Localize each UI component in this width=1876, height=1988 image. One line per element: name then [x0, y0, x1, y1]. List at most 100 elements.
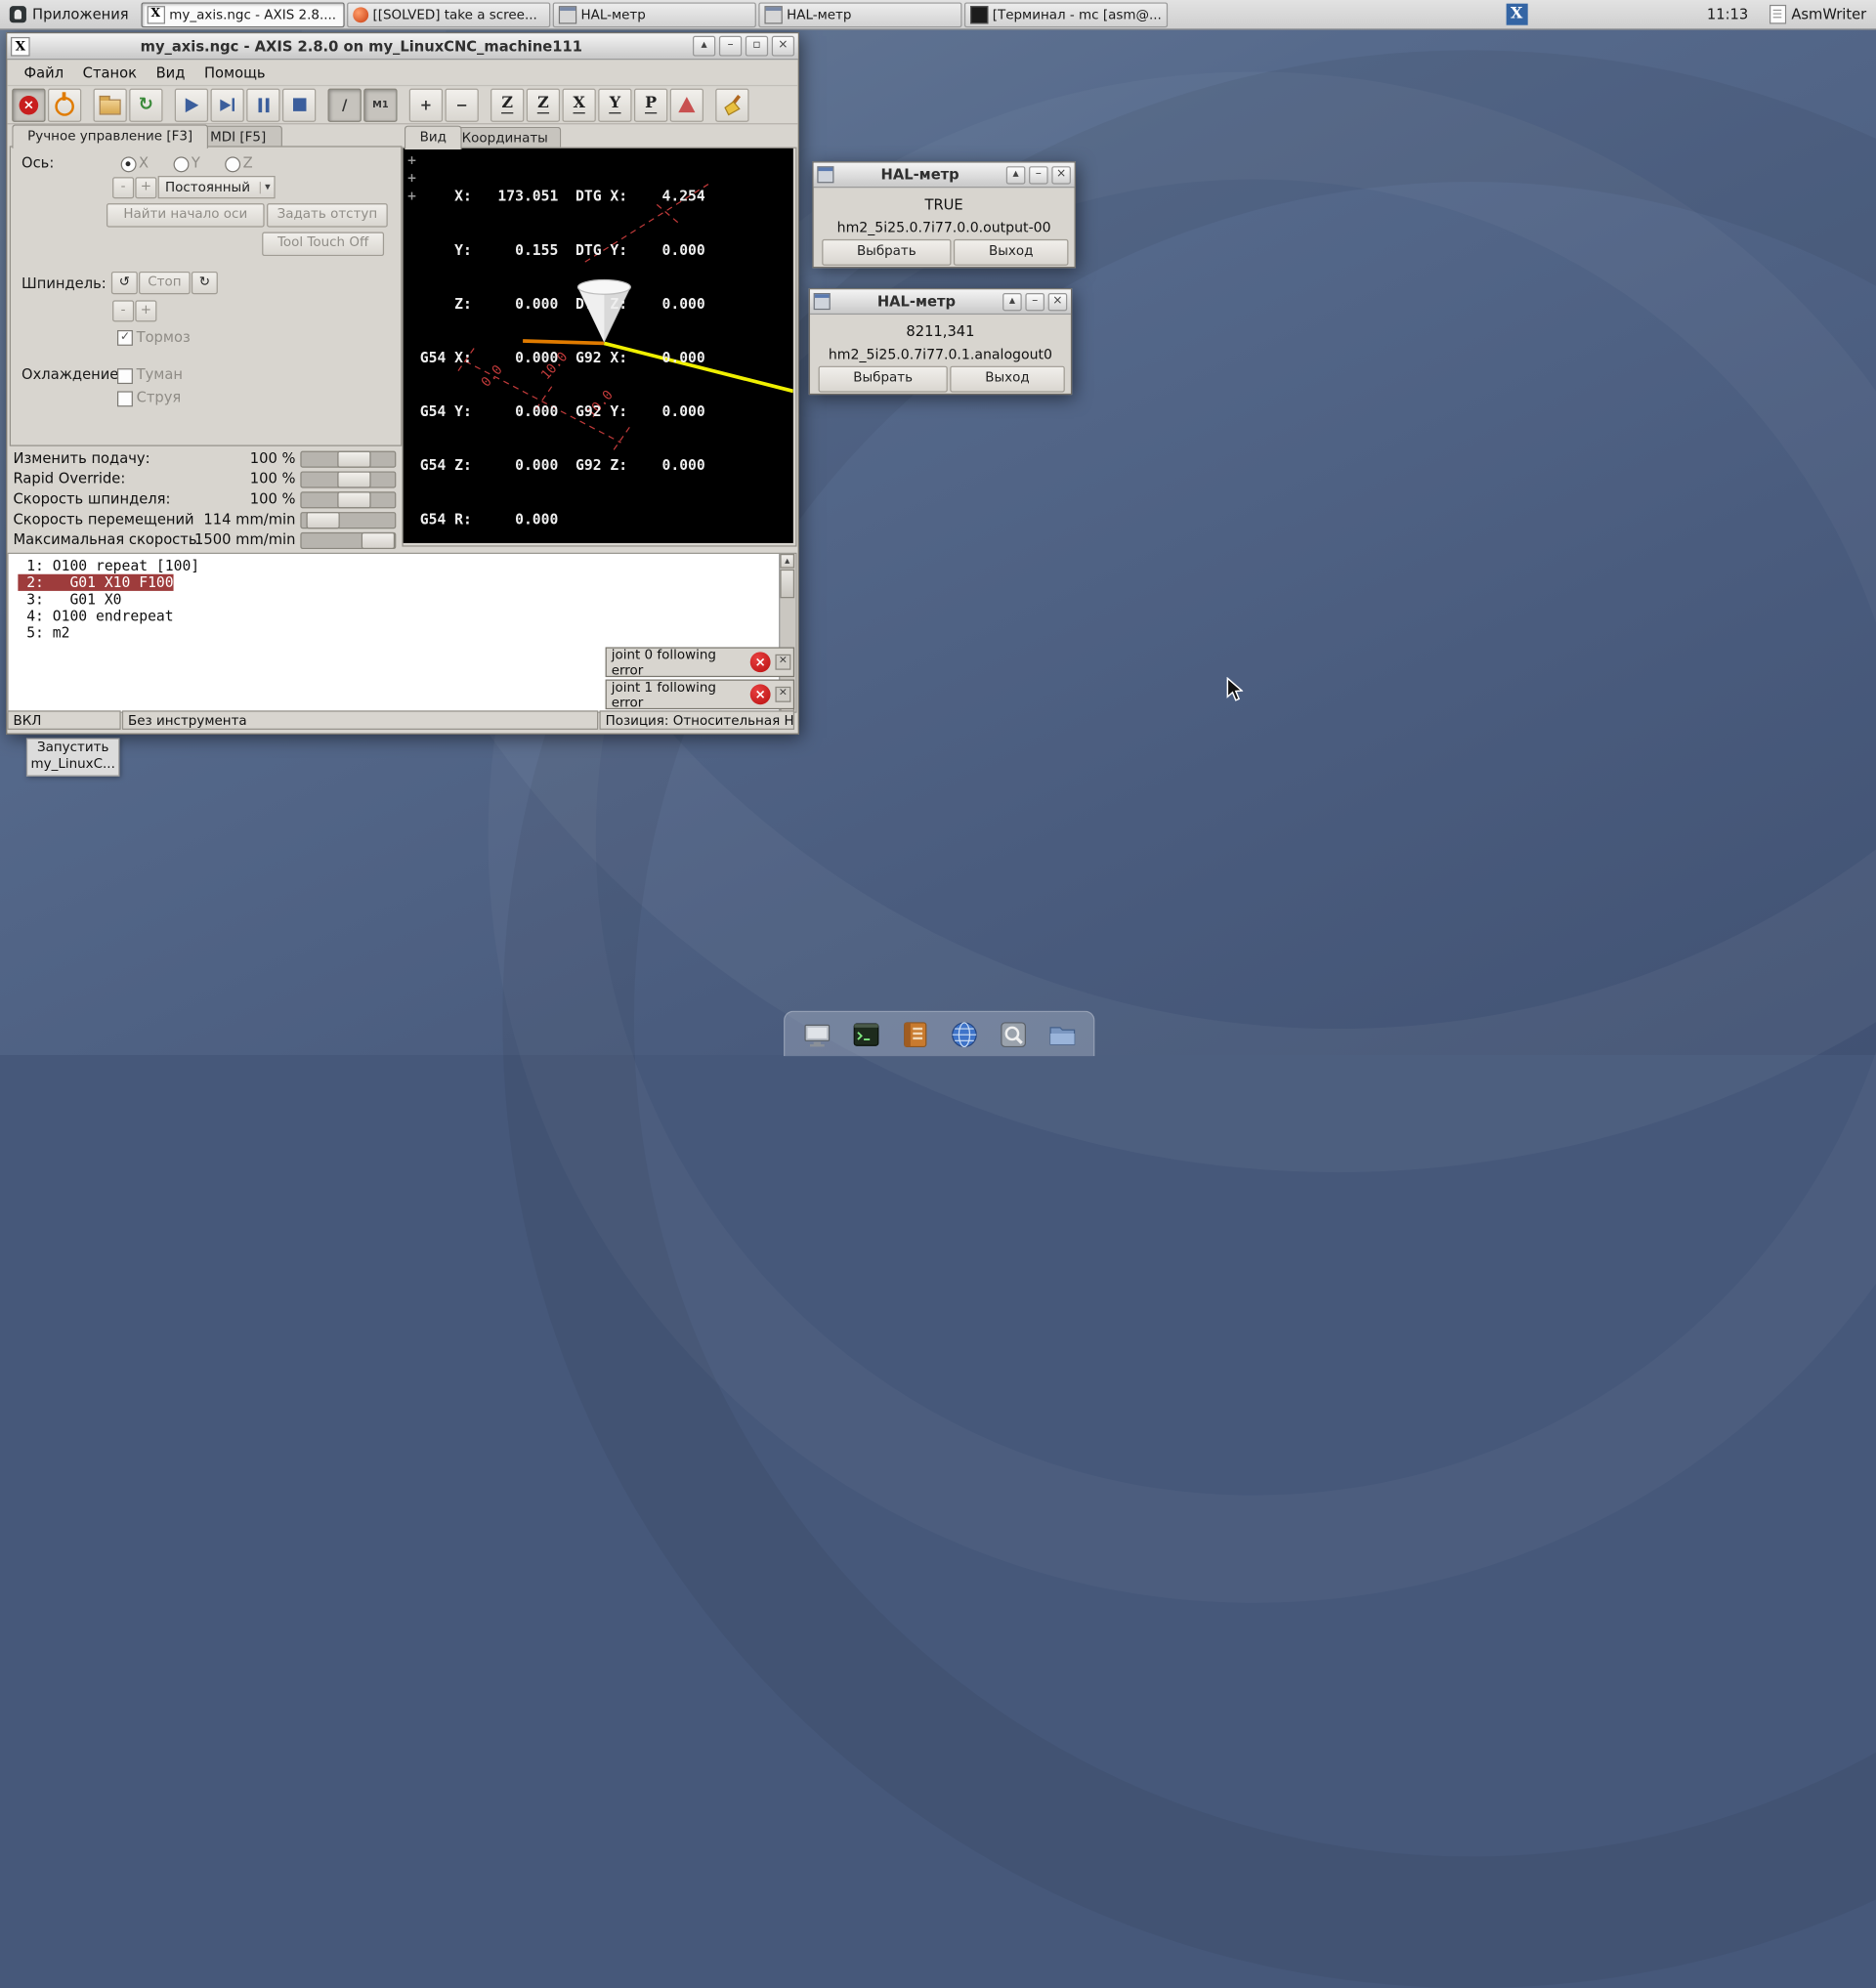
- hal2-exit-button[interactable]: Выход: [950, 366, 1065, 393]
- spindle-ccw-button[interactable]: ↺: [111, 272, 138, 294]
- taskbar-button-terminal[interactable]: [Терминал - mc [asm@...: [963, 2, 1167, 27]
- gcode-line-active[interactable]: 2: G01 X10 F100: [9, 574, 796, 591]
- file-manager-icon[interactable]: [1046, 1019, 1078, 1050]
- taskbar-button-axis[interactable]: X my_axis.ngc - AXIS 2.8....: [141, 2, 344, 27]
- max-velocity-slider[interactable]: [300, 532, 396, 549]
- tab-preview[interactable]: Вид: [405, 126, 462, 149]
- taskbar-button-label: [Терминал - mc [asm@...: [993, 7, 1162, 22]
- slider-handle[interactable]: [307, 512, 340, 529]
- gcode-line[interactable]: 3: G01 X0: [9, 591, 796, 608]
- view-x-button[interactable]: X: [563, 88, 596, 121]
- slider-handle[interactable]: [337, 451, 370, 468]
- reload-button[interactable]: ↻: [129, 88, 162, 121]
- maximize-icon[interactable]: ▫: [746, 36, 768, 57]
- mist-checkbox[interactable]: [117, 368, 133, 384]
- menu-view[interactable]: Вид: [147, 62, 194, 83]
- slider-handle[interactable]: [337, 471, 370, 487]
- close-icon[interactable]: ×: [1048, 292, 1068, 310]
- view-p-button[interactable]: P: [634, 88, 667, 121]
- hal1-titlebar[interactable]: HAL-метр ▴ – ×: [814, 163, 1075, 189]
- terminal-icon[interactable]: [850, 1019, 881, 1050]
- jog-minus-button[interactable]: -: [112, 177, 134, 198]
- spindle-override-slider[interactable]: [300, 491, 396, 508]
- spindle-stop-button[interactable]: Стоп: [139, 272, 191, 294]
- slider-handle[interactable]: [337, 491, 370, 508]
- toast-close-button[interactable]: ×: [775, 687, 790, 702]
- jog-mode-dropdown[interactable]: Постоянный ▾: [158, 176, 276, 198]
- preview-canvas[interactable]: 0.0 10.0 10.0 + + + X: 173.051 DTG X: 4.…: [404, 148, 793, 543]
- tab-manual-control[interactable]: Ручное управление [F3]: [12, 124, 208, 148]
- minimize-icon[interactable]: –: [1025, 292, 1045, 310]
- step-button[interactable]: [211, 88, 244, 121]
- view-z2-button[interactable]: Z: [527, 88, 560, 121]
- tab-dro[interactable]: Координаты: [448, 127, 561, 149]
- zoom-out-button[interactable]: −: [446, 88, 479, 121]
- shade-icon[interactable]: ▴: [1006, 166, 1026, 184]
- run-button[interactable]: [175, 88, 208, 121]
- desktop-launcher[interactable]: Запустить my_LinuxC...: [26, 739, 120, 777]
- gcode-line[interactable]: 1: O100 repeat [100]: [9, 558, 796, 574]
- spindle-minus-button[interactable]: -: [112, 300, 134, 321]
- machine-power-button[interactable]: [48, 88, 81, 121]
- pause-button[interactable]: [246, 88, 279, 121]
- gcode-line[interactable]: 5: m2: [9, 624, 796, 641]
- text-editor-icon[interactable]: [899, 1019, 930, 1050]
- web-browser-icon[interactable]: [948, 1019, 979, 1050]
- close-icon[interactable]: ×: [1051, 166, 1071, 184]
- rotate-view-button[interactable]: [670, 88, 704, 121]
- flood-checkbox[interactable]: [117, 391, 133, 406]
- radio-axis-z[interactable]: [225, 156, 240, 172]
- scroll-up-icon[interactable]: ▲: [780, 554, 794, 569]
- view-y-button[interactable]: Y: [598, 88, 631, 121]
- block-delete-icon: /: [342, 97, 347, 113]
- optional-stop-toggle[interactable]: M1: [363, 88, 397, 121]
- feed-override-slider[interactable]: [300, 451, 396, 468]
- taskbar-button-halmeter-2[interactable]: HAL-метр: [758, 2, 961, 27]
- gcode-line[interactable]: 4: O100 endrepeat: [9, 608, 796, 624]
- show-desktop-icon[interactable]: [801, 1019, 832, 1050]
- taskbar-button-browser[interactable]: [[SOLVED] take a scree...: [347, 2, 550, 27]
- applications-menu-button[interactable]: Приложения: [0, 0, 138, 28]
- power-icon: [55, 97, 74, 116]
- jog-plus-button[interactable]: +: [135, 177, 156, 198]
- set-offset-button[interactable]: Задать отступ: [267, 203, 388, 227]
- launcher-line1: Запустить: [27, 740, 118, 756]
- shade-icon[interactable]: ▴: [693, 36, 715, 57]
- hal2-select-button[interactable]: Выбрать: [819, 366, 948, 393]
- block-delete-toggle[interactable]: /: [328, 88, 362, 121]
- spindle-plus-button[interactable]: +: [135, 300, 156, 321]
- axis-titlebar[interactable]: X my_axis.ngc - AXIS 2.8.0 on my_LinuxCN…: [7, 33, 797, 60]
- brake-checkbox[interactable]: ✓: [117, 330, 133, 346]
- home-axis-button[interactable]: Найти начало оси: [107, 203, 265, 227]
- hal1-select-button[interactable]: Выбрать: [822, 239, 951, 266]
- menu-file[interactable]: Файл: [15, 62, 73, 83]
- open-file-button[interactable]: [94, 88, 127, 121]
- tray-asmwriter[interactable]: AsmWriter: [1769, 5, 1866, 24]
- tool-touch-off-button[interactable]: Tool Touch Off: [262, 233, 384, 256]
- hal2-value: 8211,341: [810, 323, 1071, 340]
- stop-button[interactable]: [282, 88, 316, 121]
- menu-help[interactable]: Помощь: [194, 62, 275, 83]
- radio-axis-y[interactable]: [174, 156, 190, 172]
- minimize-icon[interactable]: –: [719, 36, 742, 57]
- jog-speed-slider[interactable]: [300, 512, 396, 529]
- hal1-exit-button[interactable]: Выход: [954, 239, 1069, 266]
- slider-handle[interactable]: [362, 532, 395, 549]
- shade-icon[interactable]: ▴: [1002, 292, 1022, 310]
- scrollbar-thumb[interactable]: [780, 570, 794, 598]
- app-finder-icon[interactable]: [998, 1019, 1029, 1050]
- spindle-cw-button[interactable]: ↻: [192, 272, 218, 294]
- clear-plot-button[interactable]: [715, 88, 748, 121]
- close-icon[interactable]: ×: [772, 36, 794, 57]
- toast-close-button[interactable]: ×: [775, 655, 790, 670]
- rapid-override-slider[interactable]: [300, 471, 396, 487]
- menu-machine[interactable]: Станок: [73, 62, 147, 83]
- taskbar-button-halmeter-1[interactable]: HAL-метр: [552, 2, 755, 27]
- tray-axis-icon[interactable]: X: [1506, 4, 1527, 25]
- zoom-in-button[interactable]: +: [409, 88, 443, 121]
- minimize-icon[interactable]: –: [1029, 166, 1048, 184]
- radio-axis-x[interactable]: [121, 156, 137, 172]
- hal2-titlebar[interactable]: HAL-метр ▴ – ×: [810, 289, 1071, 315]
- view-z-button[interactable]: Z: [490, 88, 524, 121]
- estop-button[interactable]: ×: [12, 88, 45, 121]
